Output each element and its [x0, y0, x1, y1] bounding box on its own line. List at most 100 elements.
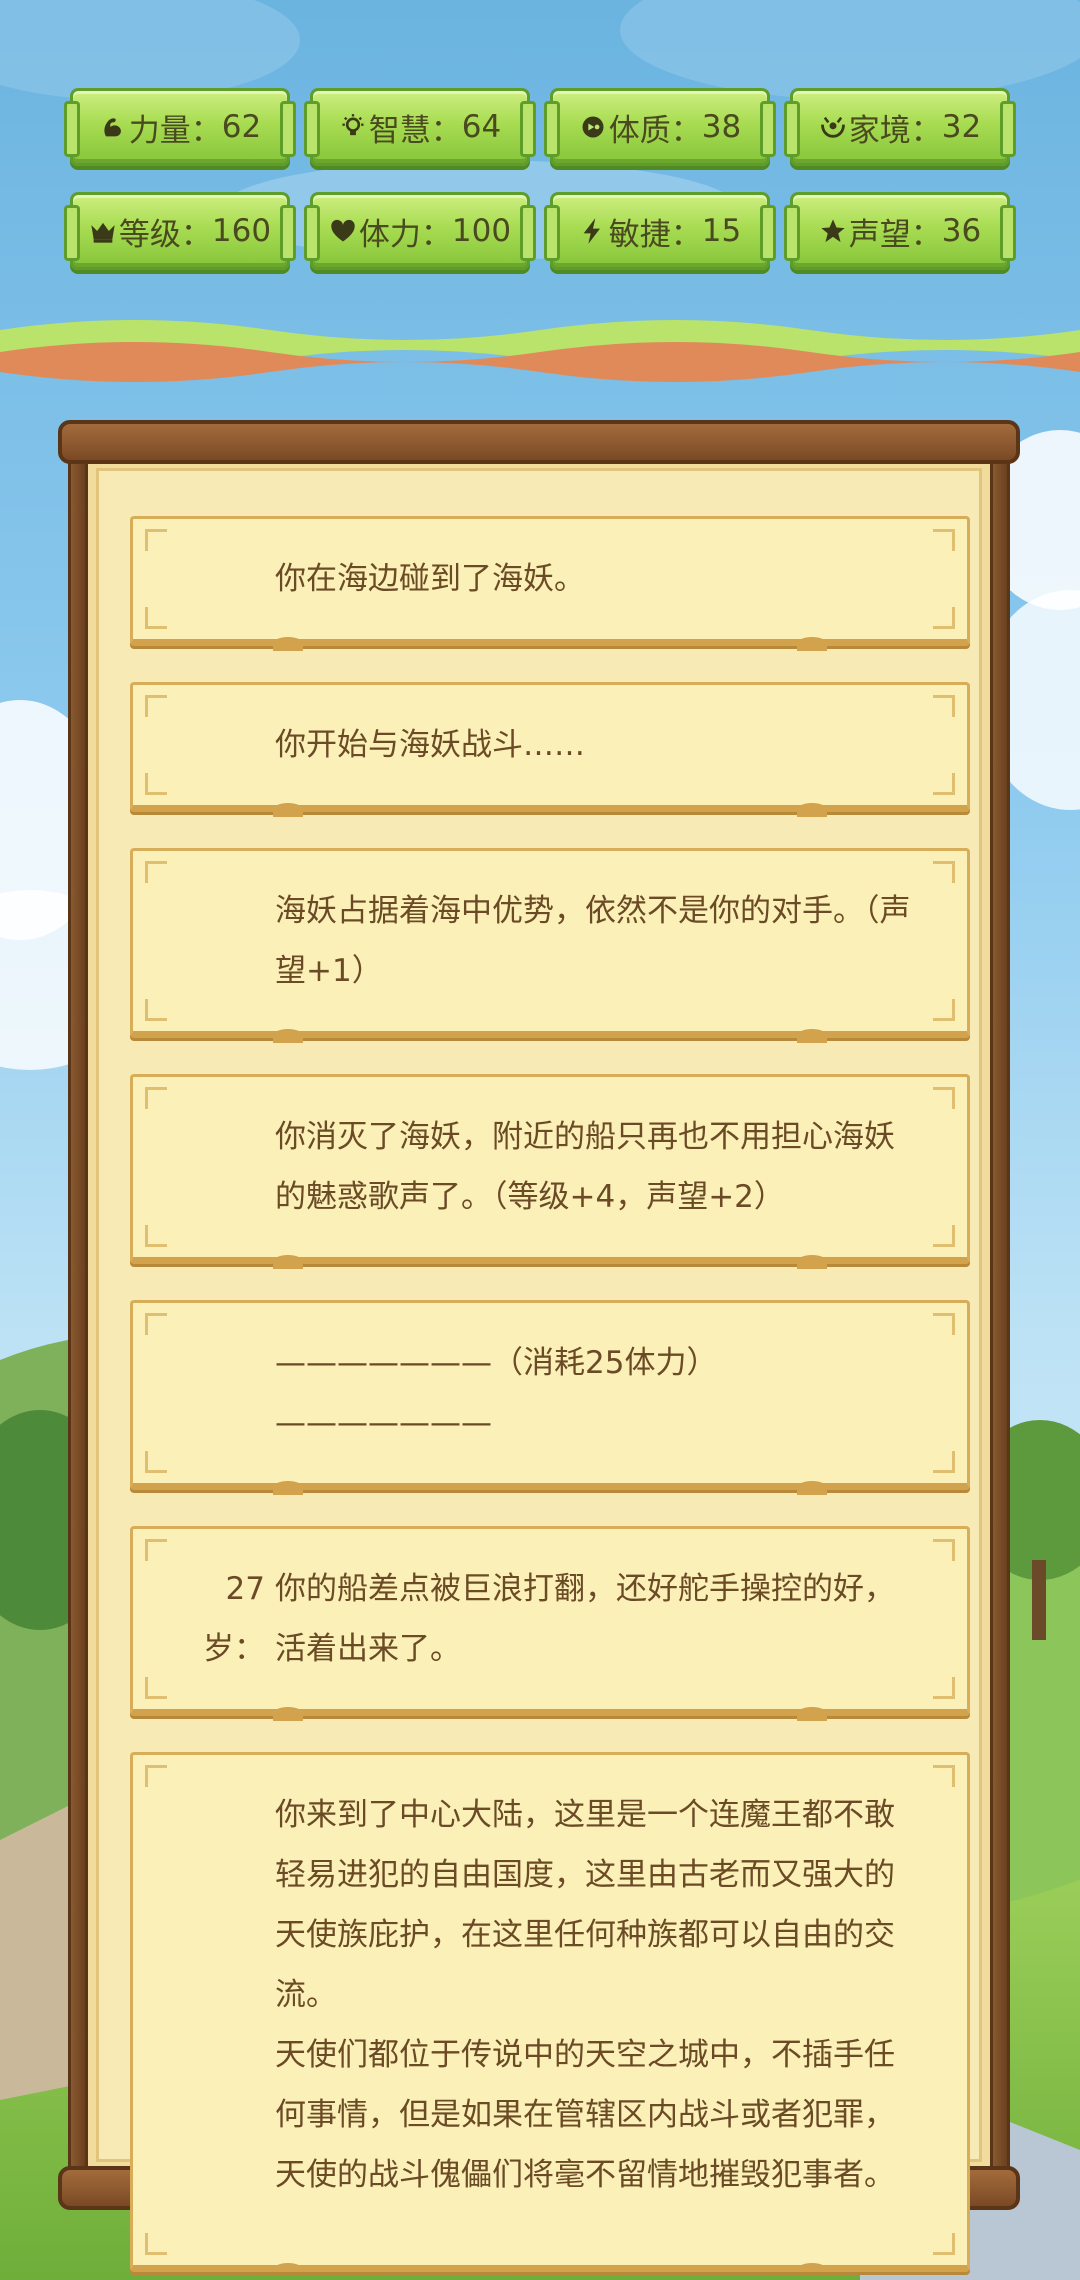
- entry-knob: [273, 803, 303, 817]
- stat-badge: 敏捷： 15: [544, 192, 776, 270]
- stat-badge: 体力： 100: [304, 192, 536, 270]
- log-text: 你开始与海妖战斗……: [275, 727, 585, 763]
- scroll-side-right: [990, 440, 1010, 2190]
- entry-knob: [797, 1029, 827, 1043]
- stat-separator: ：: [420, 216, 452, 253]
- stat-value: 62: [221, 109, 262, 145]
- stat-value: 38: [701, 109, 742, 145]
- stat-badge: 力量： 62: [64, 88, 296, 166]
- stat-label: 敏捷: [608, 216, 671, 253]
- log-text: 你的船差点被巨浪打翻，还好舵手操控的好，活着出来了。: [275, 1571, 895, 1667]
- stat-label: 体质: [608, 112, 671, 149]
- corner-ornament: [933, 1313, 955, 1335]
- log-text: 海妖占据着海中优势，依然不是你的对手。（声望+1）: [275, 893, 911, 989]
- entry-knob: [273, 1029, 303, 1043]
- stat-label: 等级: [118, 216, 181, 253]
- stat-separator: ：: [190, 112, 222, 149]
- corner-ornament: [145, 861, 167, 883]
- corner-ornament: [933, 2233, 955, 2255]
- stat-separator: ：: [910, 216, 942, 253]
- star-icon: [819, 217, 847, 245]
- log-text: 你来到了中心大陆，这里是一个连魔王都不敢轻易进犯的自由国度，这里由古老而又强大的…: [275, 1797, 895, 2193]
- corner-ornament: [933, 1677, 955, 1699]
- stat-badge: 等级： 160: [64, 192, 296, 270]
- corner-ornament: [145, 1765, 167, 1787]
- stat-label: 家境: [848, 112, 911, 149]
- entry-knob: [797, 1255, 827, 1269]
- corner-ornament: [933, 861, 955, 883]
- corner-ornament: [933, 695, 955, 717]
- corner-ornament: [145, 773, 167, 795]
- stat-badge: 家境： 32: [784, 88, 1016, 166]
- stat-value: 64: [461, 109, 502, 145]
- lightbulb-icon: [339, 113, 367, 141]
- wavy-divider: [0, 320, 1080, 382]
- family-icon: [819, 113, 847, 141]
- log-entry: 你消灭了海妖，附近的船只再也不用担心海妖的魅惑歌声了。（等级+4，声望+2）: [130, 1074, 970, 1269]
- entry-knob: [273, 637, 303, 651]
- corner-ornament: [145, 1225, 167, 1247]
- stat-badge: 声望： 36: [784, 192, 1016, 270]
- stat-value: 36: [941, 213, 982, 249]
- entry-knob: [273, 1255, 303, 1269]
- corner-ornament: [145, 1087, 167, 1109]
- event-log[interactable]: 你在海边碰到了海妖。 你开始与海妖战斗…… 海妖占据着海中优势，依然不是你的对手。（…: [130, 516, 970, 2272]
- entry-knob: [273, 1481, 303, 1495]
- log-age: 27岁：: [203, 1571, 265, 1667]
- log-entry: 你开始与海妖战斗……: [130, 682, 970, 817]
- corner-ornament: [933, 1451, 955, 1473]
- entry-knob: [273, 2263, 303, 2265]
- scroll-rod-top: [58, 420, 1020, 464]
- log-text: ———————（消耗25体力）———————: [275, 1345, 718, 1441]
- corner-ornament: [933, 773, 955, 795]
- log-entry: 你来到了中心大陆，这里是一个连魔王都不敢轻易进犯的自由国度，这里由古老而又强大的…: [130, 1752, 970, 2272]
- corner-ornament: [933, 607, 955, 629]
- entry-knob: [797, 1707, 827, 1721]
- corner-ornament: [145, 2233, 167, 2255]
- corner-ornament: [145, 999, 167, 1021]
- stat-value: 160: [211, 213, 272, 249]
- stat-separator: ：: [180, 216, 212, 253]
- corner-ornament: [145, 1677, 167, 1699]
- log-text: 你在海边碰到了海妖。: [275, 561, 585, 597]
- stat-separator: ：: [430, 112, 462, 149]
- entry-knob: [797, 803, 827, 817]
- scroll-side-left: [68, 440, 88, 2190]
- crown-icon: [89, 217, 117, 245]
- stat-separator: ：: [670, 216, 702, 253]
- stat-label: 智慧: [368, 112, 431, 149]
- stat-value: 32: [941, 109, 982, 145]
- corner-ornament: [145, 1451, 167, 1473]
- corner-ornament: [145, 607, 167, 629]
- physique-icon: [579, 113, 607, 141]
- corner-ornament: [933, 1539, 955, 1561]
- corner-ornament: [145, 529, 167, 551]
- stat-label: 力量: [128, 112, 191, 149]
- corner-ornament: [933, 999, 955, 1021]
- heart-icon: [329, 217, 357, 245]
- lightning-icon: [579, 217, 607, 245]
- stat-label: 声望: [848, 216, 911, 253]
- stats-panel: 力量： 62 智慧： 64 体质： 38 家境： 32 等级： 160 体力： 100 敏捷： 15 声望：…: [64, 88, 1016, 270]
- stat-separator: ：: [670, 112, 702, 149]
- stat-badge: 智慧： 64: [304, 88, 536, 166]
- stat-badge: 体质： 38: [544, 88, 776, 166]
- muscle-icon: [99, 113, 127, 141]
- log-entry: ———————（消耗25体力）———————: [130, 1300, 970, 1495]
- log-entry: 27岁： 你的船差点被巨浪打翻，还好舵手操控的好，活着出来了。: [130, 1526, 970, 1721]
- corner-ornament: [933, 1087, 955, 1109]
- stat-label: 体力: [358, 216, 421, 253]
- entry-knob: [797, 1481, 827, 1495]
- stat-separator: ：: [910, 112, 942, 149]
- corner-ornament: [145, 1313, 167, 1335]
- stat-value: 15: [701, 213, 742, 249]
- log-entry: 海妖占据着海中优势，依然不是你的对手。（声望+1）: [130, 848, 970, 1043]
- corner-ornament: [933, 529, 955, 551]
- corner-ornament: [145, 695, 167, 717]
- corner-ornament: [145, 1539, 167, 1561]
- log-text: 你消灭了海妖，附近的船只再也不用担心海妖的魅惑歌声了。（等级+4，声望+2）: [275, 1119, 895, 1215]
- entry-knob: [273, 1707, 303, 1721]
- entry-knob: [797, 637, 827, 651]
- stat-value: 100: [451, 213, 512, 249]
- log-entry: 你在海边碰到了海妖。: [130, 516, 970, 651]
